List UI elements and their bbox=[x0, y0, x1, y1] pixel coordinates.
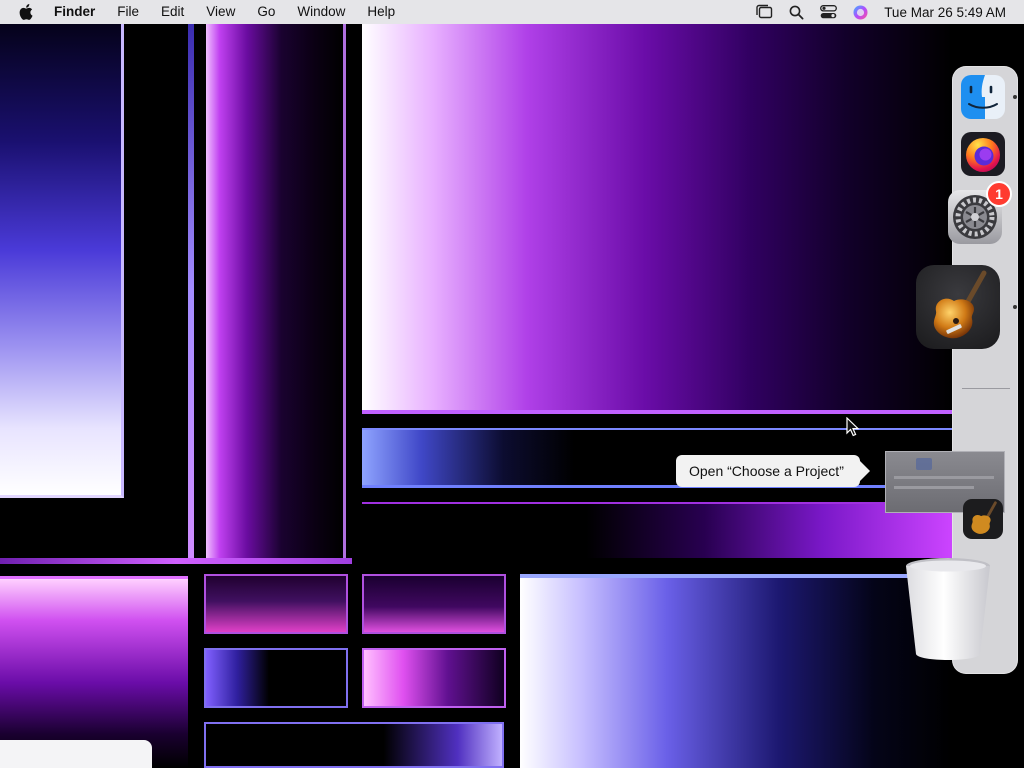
apple-menu-button[interactable] bbox=[0, 0, 52, 24]
apple-logo-icon bbox=[19, 4, 33, 20]
menu-app-name[interactable]: Finder bbox=[52, 0, 106, 24]
wallpaper-panel bbox=[206, 24, 346, 560]
spotlight-search-icon bbox=[789, 5, 804, 20]
notification-badge: 1 bbox=[986, 181, 1012, 207]
wallpaper-panel bbox=[188, 24, 194, 560]
menu-go[interactable]: Go bbox=[246, 0, 286, 24]
menu-help[interactable]: Help bbox=[356, 0, 406, 24]
trash-icon bbox=[906, 558, 990, 660]
dock-app-garageband[interactable] bbox=[916, 265, 1000, 349]
wallpaper-panel bbox=[362, 648, 506, 708]
menu-edit[interactable]: Edit bbox=[150, 0, 195, 24]
menu-bar: Finder File Edit View Go Window Help Tue… bbox=[0, 0, 1024, 24]
dock-app-finder[interactable] bbox=[961, 75, 1005, 119]
dock-tooltip: Open “Choose a Project” bbox=[676, 455, 870, 487]
menu-bar-clock[interactable]: Tue Mar 26 5:49 AM bbox=[884, 5, 1006, 20]
finder-icon bbox=[961, 75, 1005, 119]
siri-icon bbox=[853, 5, 868, 19]
wallpaper-panel bbox=[204, 648, 348, 708]
desktop-wallpaper bbox=[0, 0, 1024, 768]
dock-separator bbox=[962, 388, 1010, 389]
wallpaper-panel bbox=[0, 558, 352, 564]
garageband-icon bbox=[933, 270, 987, 339]
spotlight-button[interactable] bbox=[780, 0, 812, 24]
minimized-garageband-badge bbox=[963, 499, 1003, 539]
wallpaper-panel bbox=[204, 722, 504, 768]
stage-manager-icon bbox=[756, 4, 773, 19]
wallpaper-panel bbox=[362, 24, 952, 414]
garageband-running-indicator bbox=[1013, 305, 1017, 309]
control-center-icon bbox=[819, 5, 837, 19]
menu-view[interactable]: View bbox=[195, 0, 246, 24]
menu-bar-left: Finder File Edit View Go Window Help bbox=[0, 0, 406, 24]
menu-bar-extras: Tue Mar 26 5:49 AM bbox=[748, 0, 1024, 24]
menu-window[interactable]: Window bbox=[286, 0, 356, 24]
garageband-icon bbox=[971, 501, 997, 534]
firefox-icon bbox=[961, 132, 1005, 176]
menu-file[interactable]: File bbox=[106, 0, 150, 24]
finder-running-indicator bbox=[1013, 95, 1017, 99]
partial-window-edge[interactable] bbox=[0, 740, 152, 768]
wallpaper-panel bbox=[204, 574, 348, 634]
wallpaper-panel bbox=[362, 574, 506, 634]
stage-manager-button[interactable] bbox=[748, 0, 780, 24]
dock-app-firefox[interactable] bbox=[961, 132, 1005, 176]
dock-trash[interactable] bbox=[904, 556, 992, 664]
wallpaper-panel bbox=[362, 502, 952, 558]
control-center-button[interactable] bbox=[812, 0, 844, 24]
mouse-cursor-icon bbox=[846, 417, 860, 437]
wallpaper-panel bbox=[520, 574, 952, 768]
wallpaper-panel bbox=[0, 24, 124, 498]
siri-button[interactable] bbox=[844, 0, 876, 24]
